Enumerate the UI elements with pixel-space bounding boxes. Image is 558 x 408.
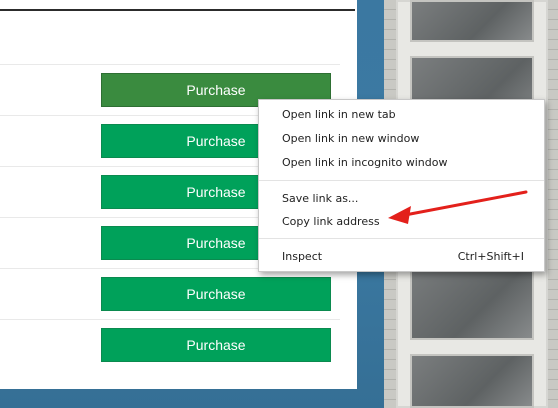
menu-item-label: Open link in incognito window — [282, 156, 448, 169]
row-divider — [0, 319, 340, 320]
menu-item-copy-link-address[interactable]: Copy link address — [259, 211, 544, 233]
menu-item-label: Open link in new tab — [282, 108, 396, 121]
page-header — [0, 0, 357, 20]
menu-item-inspect[interactable]: Inspect Ctrl+Shift+I — [259, 246, 544, 268]
menu-item-open-incognito[interactable]: Open link in incognito window — [259, 152, 544, 174]
menu-item-open-new-window[interactable]: Open link in new window — [259, 128, 544, 150]
context-menu: Open link in new tab Open link in new wi… — [258, 99, 545, 272]
menu-item-label: Inspect — [282, 250, 323, 263]
menu-separator — [259, 180, 544, 181]
header-border — [0, 9, 355, 11]
menu-separator — [259, 238, 544, 239]
purchase-button[interactable]: Purchase — [101, 277, 331, 311]
row-divider — [0, 64, 340, 65]
menu-item-shortcut: Ctrl+Shift+I — [457, 250, 524, 263]
menu-item-label: Save link as... — [282, 192, 359, 205]
menu-item-label: Copy link address — [282, 215, 380, 228]
background-photo-pane — [410, 0, 534, 42]
menu-item-open-new-tab[interactable]: Open link in new tab — [259, 104, 544, 126]
background-photo-pane — [410, 354, 534, 408]
menu-item-save-link[interactable]: Save link as... — [259, 188, 544, 210]
purchase-button[interactable]: Purchase — [101, 328, 331, 362]
menu-item-label: Open link in new window — [282, 132, 420, 145]
